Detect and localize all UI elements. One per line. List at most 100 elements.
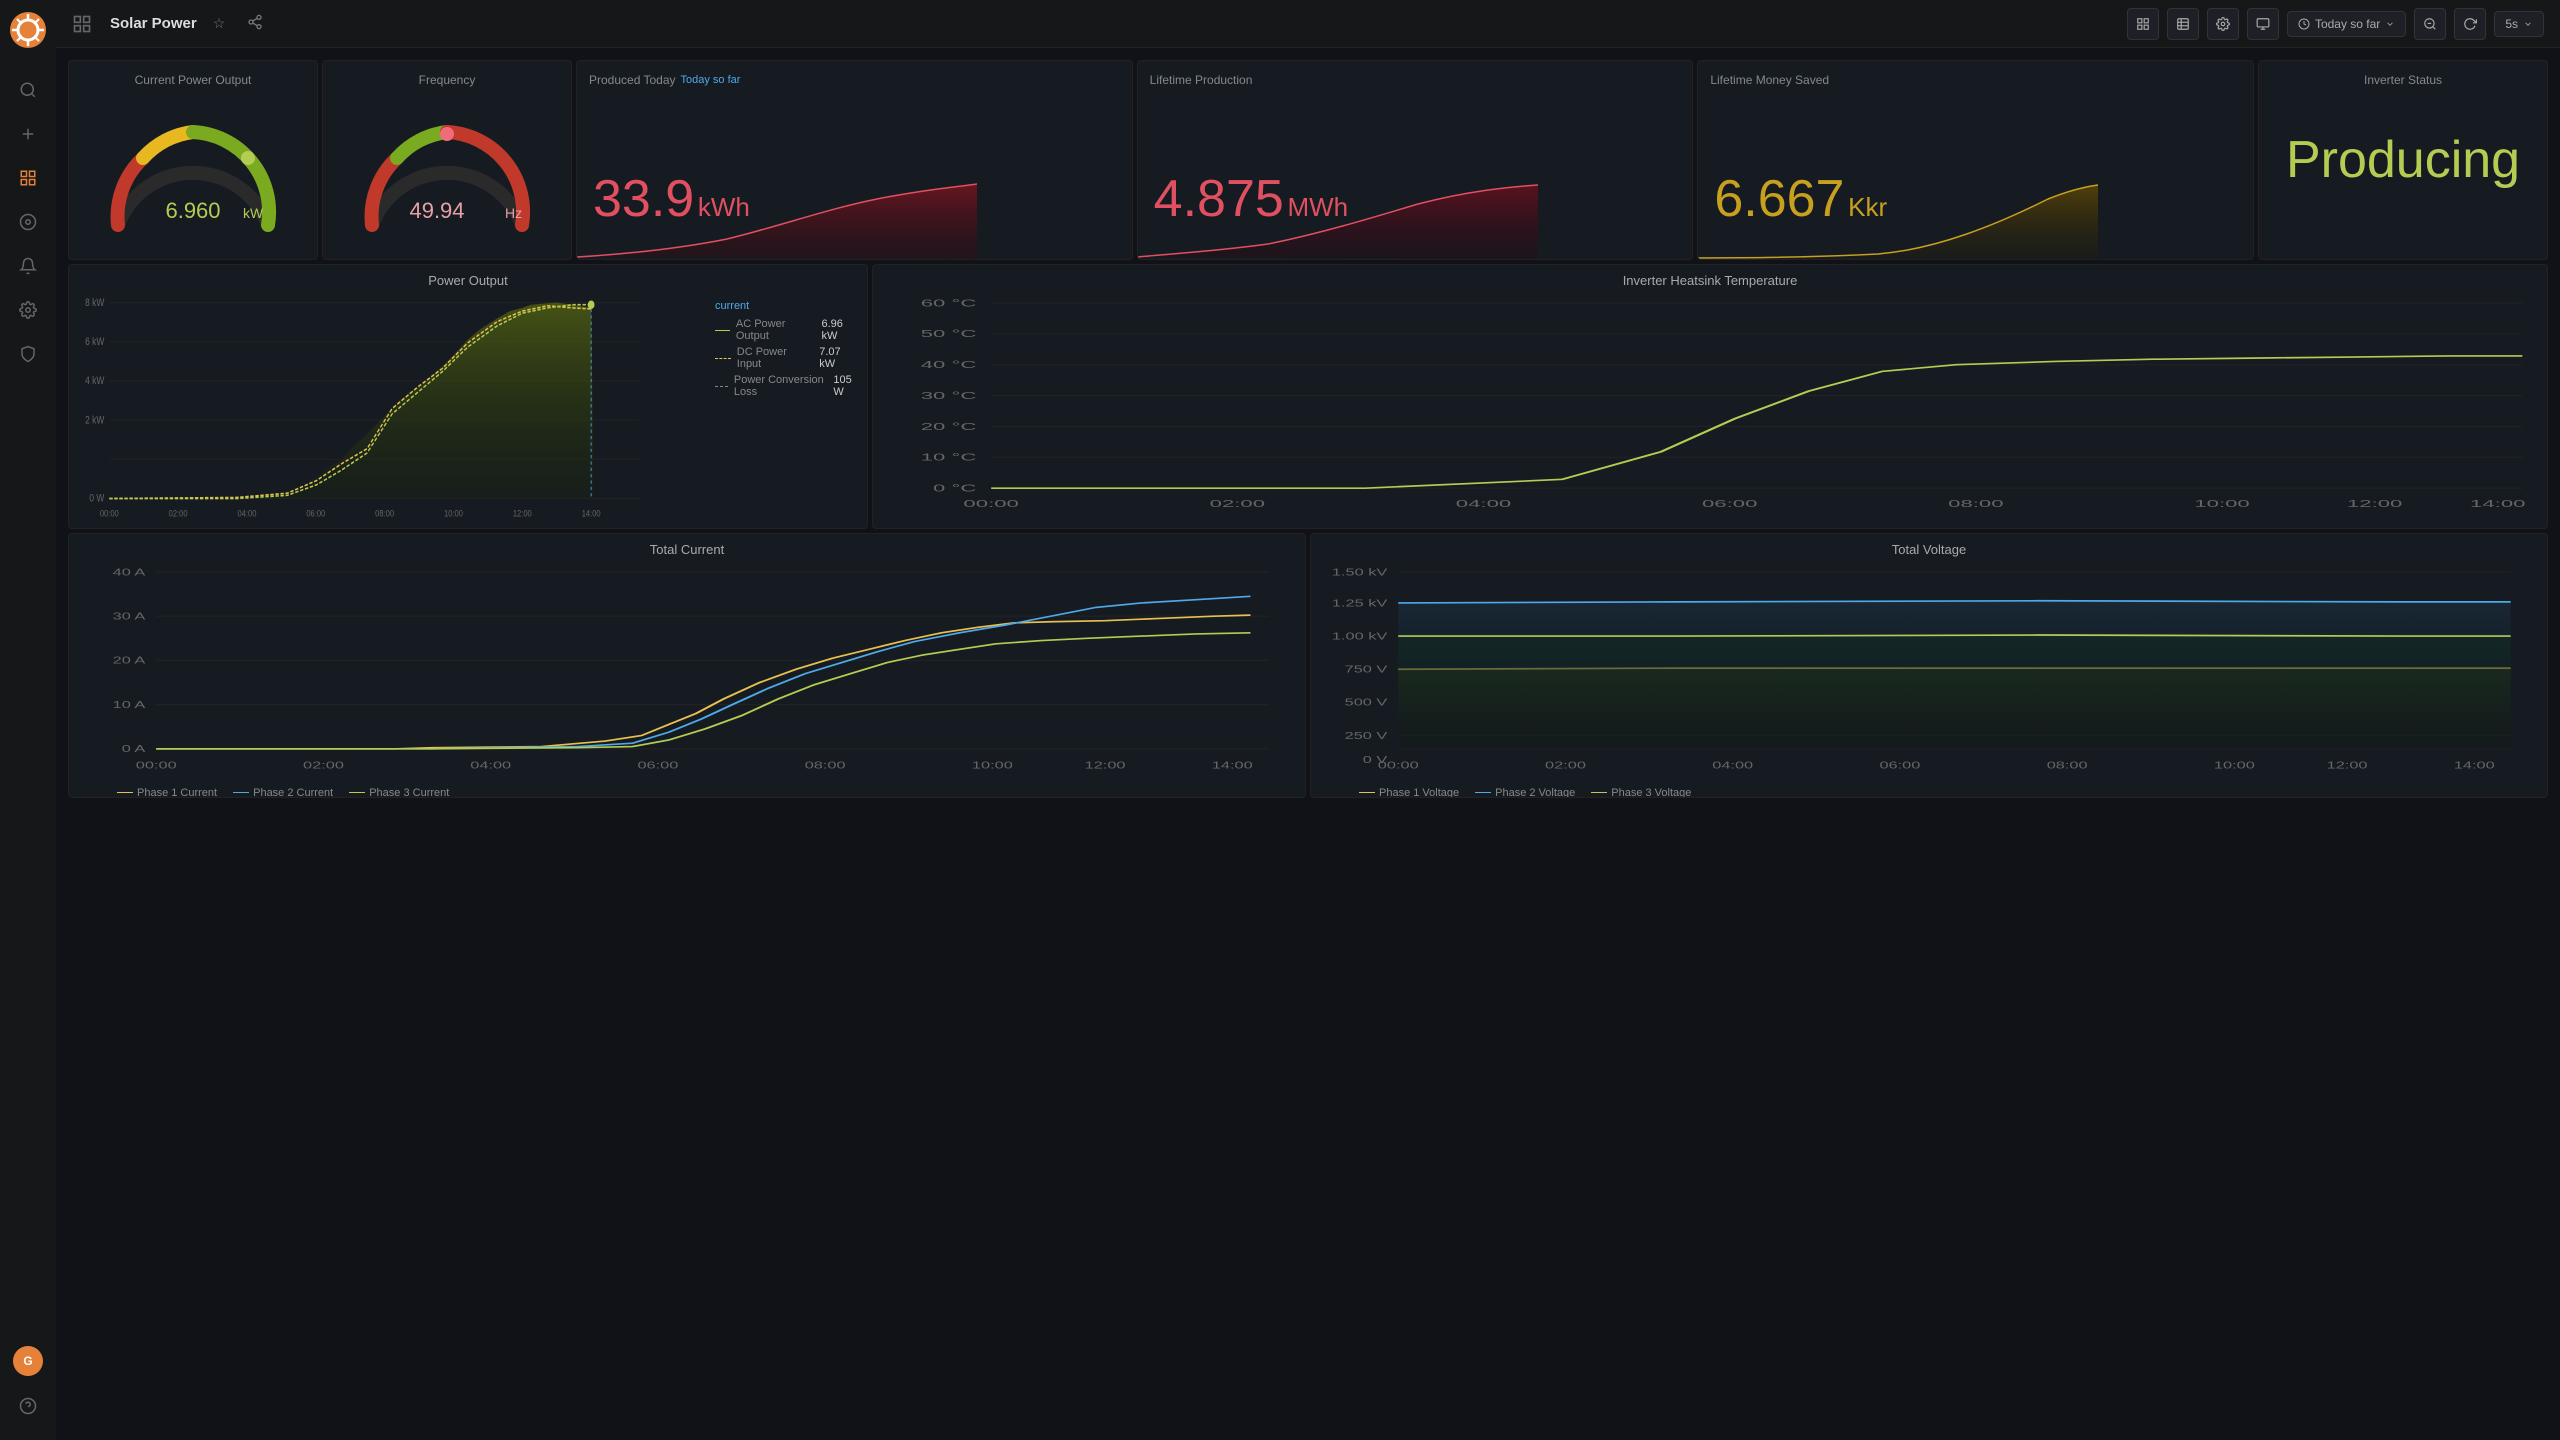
total-current-chart: Total Current 40 A 30 A 20 A 10 A 0 A 00… (68, 533, 1306, 798)
sidebar-add-icon[interactable] (12, 118, 44, 150)
total-voltage-title: Total Voltage (1311, 534, 2547, 561)
heatsink-temp-svg: 60 °C 50 °C 40 °C 30 °C 20 °C 10 °C 0 °C… (873, 292, 2547, 523)
sidebar-explore-icon[interactable] (12, 206, 44, 238)
metrics-row: Current Power Output 6.960 kW (68, 60, 2548, 260)
topbar-controls: Today so far 5s (2127, 8, 2544, 40)
svg-text:250 V: 250 V (1345, 730, 1388, 741)
sidebar-shield-icon[interactable] (12, 338, 44, 370)
temp-legend: Temperature (873, 526, 2547, 529)
current-power-card: Current Power Output 6.960 kW (68, 60, 318, 260)
zoom-out-btn[interactable] (2414, 8, 2446, 40)
sidebar-settings-icon[interactable] (12, 294, 44, 326)
svg-text:6 kW: 6 kW (85, 336, 104, 348)
frequency-card: Frequency 49.94 Hz (322, 60, 572, 260)
settings-btn[interactable] (2207, 8, 2239, 40)
svg-text:06:00: 06:00 (1879, 760, 1920, 771)
svg-text:02:00: 02:00 (1210, 498, 1265, 510)
power-output-chart: Power Output 8 kW 6 kW 4 kW 2 kW 0 W (68, 264, 868, 529)
topbar: Solar Power ☆ Today so far 5s (56, 0, 2560, 48)
svg-text:Hz: Hz (505, 205, 522, 221)
time-range-btn[interactable]: Today so far (2287, 11, 2406, 37)
svg-text:1.00 kV: 1.00 kV (1332, 631, 1387, 642)
conversion-loss-legend: Power Conversion Loss 105 W (715, 374, 859, 398)
svg-text:08:00: 08:00 (375, 508, 394, 519)
svg-text:2 kW: 2 kW (85, 414, 104, 426)
sidebar-help-icon[interactable] (12, 1390, 44, 1422)
lifetime-production-card: Lifetime Production 4.875 MWh (1137, 60, 1694, 260)
svg-text:02:00: 02:00 (1545, 760, 1586, 771)
svg-text:04:00: 04:00 (470, 760, 511, 771)
current-legend: Phase 1 Current Phase 2 Current Phase 3 … (69, 785, 1305, 798)
lifetime-production-value: 4.875 (1154, 170, 1284, 228)
svg-text:02:00: 02:00 (303, 760, 344, 771)
lifetime-money-title: Lifetime Money Saved (1710, 73, 1829, 87)
svg-text:0 W: 0 W (89, 493, 104, 505)
app-logo (10, 12, 46, 48)
svg-text:08:00: 08:00 (805, 760, 846, 771)
svg-text:12:00: 12:00 (2327, 760, 2368, 771)
dashboard-grid-icon (72, 14, 92, 34)
svg-text:10:00: 10:00 (972, 760, 1013, 771)
lifetime-money-value: 6.667 (1714, 170, 1844, 228)
svg-text:10 A: 10 A (113, 699, 146, 710)
svg-text:50 °C: 50 °C (921, 328, 977, 340)
inverter-status-card: Inverter Status Producing (2258, 60, 2548, 260)
svg-text:14:00: 14:00 (2470, 498, 2525, 510)
svg-text:14:00: 14:00 (582, 508, 601, 519)
svg-text:kW: kW (243, 205, 264, 221)
svg-text:12:00: 12:00 (2347, 498, 2402, 510)
lifetime-production-title: Lifetime Production (1150, 73, 1253, 87)
lifetime-production-unit: MWh (1287, 192, 1348, 222)
total-current-svg: 40 A 30 A 20 A 10 A 0 A 00:00 02:00 04:0… (69, 561, 1305, 782)
svg-text:8 kW: 8 kW (85, 297, 104, 309)
svg-text:06:00: 06:00 (1702, 498, 1757, 510)
refresh-rate-btn[interactable]: 5s (2494, 11, 2544, 37)
svg-text:49.94: 49.94 (409, 198, 464, 223)
svg-text:1.50 kV: 1.50 kV (1332, 567, 1387, 578)
svg-text:20 A: 20 A (113, 655, 146, 666)
svg-text:10:00: 10:00 (2214, 760, 2255, 771)
svg-text:10:00: 10:00 (2194, 498, 2249, 510)
total-voltage-svg: 1.50 kV 1.25 kV 1.00 kV 750 V 500 V 250 … (1311, 561, 2547, 782)
lifetime-money-unit: Kkr (1848, 192, 1887, 222)
user-avatar[interactable]: G (13, 1346, 43, 1376)
svg-text:00:00: 00:00 (100, 508, 119, 519)
svg-text:60 °C: 60 °C (921, 297, 977, 309)
sidebar-dashboards-icon[interactable] (12, 162, 44, 194)
produced-today-title: Produced Today Today so far (589, 73, 740, 87)
produced-today-value: 33.9 (593, 170, 694, 228)
svg-text:20 °C: 20 °C (921, 421, 977, 433)
total-voltage-chart: Total Voltage (1310, 533, 2548, 798)
share-icon[interactable] (241, 10, 269, 37)
svg-text:14:00: 14:00 (1212, 760, 1253, 771)
produced-today-unit: kWh (698, 192, 750, 222)
sidebar-search-icon[interactable] (12, 74, 44, 106)
svg-text:40 A: 40 A (113, 567, 146, 578)
main-content: Current Power Output 6.960 kW (56, 48, 2560, 1440)
svg-text:14:00: 14:00 (2454, 760, 2495, 771)
refresh-btn[interactable] (2454, 8, 2486, 40)
sidebar-alerts-icon[interactable] (12, 250, 44, 282)
dc-power-legend: DC Power Input 7.07 kW (715, 346, 859, 370)
current-power-gauge: 6.960 kW (98, 100, 288, 240)
lifetime-money-card: Lifetime Money Saved 6.667 Kkr (1697, 60, 2254, 260)
svg-text:10:00: 10:00 (444, 508, 463, 519)
svg-text:4 kW: 4 kW (85, 375, 104, 387)
table-view-btn[interactable] (2167, 8, 2199, 40)
frequency-gauge: 49.94 Hz (352, 100, 542, 240)
ac-power-legend: AC Power Output 6.96 kW (715, 318, 859, 342)
svg-text:06:00: 06:00 (306, 508, 325, 519)
star-icon[interactable]: ☆ (207, 11, 232, 36)
svg-text:02:00: 02:00 (169, 508, 188, 519)
voltage-legend: Phase 1 Voltage Phase 2 Voltage Phase 3 … (1311, 785, 2547, 798)
svg-text:30 A: 30 A (113, 611, 146, 622)
svg-text:10 °C: 10 °C (921, 451, 977, 463)
svg-text:00:00: 00:00 (136, 760, 177, 771)
svg-text:6.960: 6.960 (165, 198, 220, 223)
display-btn[interactable] (2247, 8, 2279, 40)
total-current-title: Total Current (69, 534, 1305, 561)
svg-text:12:00: 12:00 (513, 508, 532, 519)
sidebar: G (0, 0, 56, 1440)
svg-text:750 V: 750 V (1345, 664, 1388, 675)
chart-view-btn[interactable] (2127, 8, 2159, 40)
